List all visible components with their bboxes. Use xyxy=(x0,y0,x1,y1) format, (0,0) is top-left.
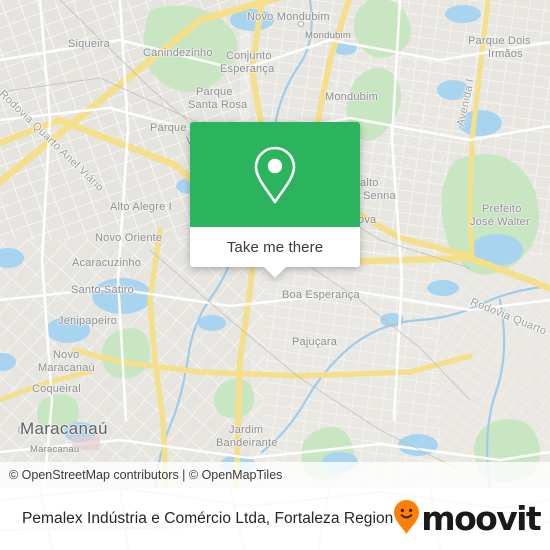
moovit-pin-icon xyxy=(393,499,420,540)
moovit-map-screenshot: Siqueira Canindezinho Novo Mondubim Mondubi… xyxy=(0,0,550,550)
take-me-there-label: Take me there xyxy=(226,238,324,256)
popup-image xyxy=(190,122,360,227)
map-attribution-text[interactable]: © OpenStreetMap contributors | © OpenMap… xyxy=(9,468,282,482)
map-viewport[interactable]: Siqueira Canindezinho Novo Mondubim Mondubi… xyxy=(0,0,550,488)
location-popup-card[interactable]: Take me there xyxy=(190,122,360,278)
popup-pointer-tip xyxy=(264,267,286,278)
map-attribution-bar: © OpenStreetMap contributors | © OpenMap… xyxy=(0,462,550,488)
place-title: Pemalex Indústria e Comércio Ltda, Forta… xyxy=(22,510,394,527)
moovit-logo[interactable]: moovit xyxy=(393,498,542,540)
take-me-there-button[interactable]: Take me there xyxy=(190,227,360,278)
footer-bar: Pemalex Indústria e Comércio Ltda, Forta… xyxy=(0,488,550,550)
map-pin-icon xyxy=(251,144,299,206)
moovit-wordmark: moovit xyxy=(421,498,541,538)
